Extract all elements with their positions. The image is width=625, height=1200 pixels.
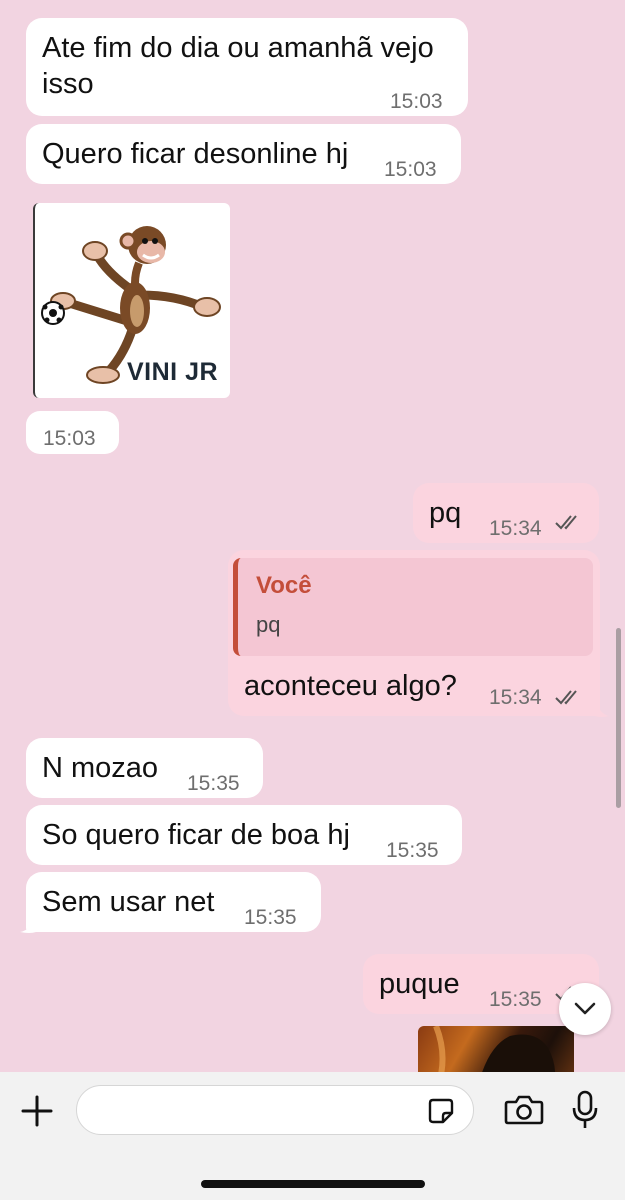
message-text: Sem usar net [42, 886, 215, 918]
message-time: 15:03 [43, 427, 96, 450]
bubble-tail [595, 698, 609, 717]
read-receipt-icon [555, 515, 577, 530]
message-text: N mozao [42, 752, 159, 784]
dark-figure-silhouette [433, 1026, 556, 1072]
message-text-line: isso [42, 68, 94, 100]
incoming-message[interactable]: N mozao 15:35 [26, 738, 263, 798]
message-text: So quero ficar de boa hj [42, 819, 350, 851]
incoming-message[interactable]: So quero ficar de boa hj 15:35 [26, 805, 462, 865]
message-text: puque [379, 968, 460, 1000]
sticker-icon [428, 1098, 454, 1124]
microphone-icon [572, 1090, 598, 1128]
bubble-tail [20, 914, 36, 933]
message-time: 15:34 [489, 517, 542, 540]
quoted-reply[interactable]: Você pq [233, 558, 593, 656]
message-input[interactable] [76, 1085, 474, 1135]
sticker-caption: VINI JR [127, 358, 219, 386]
message-text-line: Ate fim do dia ou amanhã vejo [42, 32, 434, 64]
incoming-message[interactable]: Sem usar net 15:35 [26, 872, 321, 932]
incoming-message[interactable]: Ate fim do dia ou amanhã vejo isso 15:03 [26, 18, 468, 116]
sticker-time-chip: 15:03 [26, 411, 119, 454]
message-time: 15:34 [489, 686, 542, 709]
sticker-image[interactable]: VINI JR [33, 203, 230, 398]
chat-area[interactable]: Ate fim do dia ou amanhã vejo isso 15:03… [0, 0, 625, 1072]
message-text: pq [429, 497, 462, 529]
camera-icon [504, 1095, 544, 1125]
outgoing-message[interactable]: pq 15:34 [413, 483, 599, 543]
sticker-button[interactable] [425, 1096, 457, 1126]
message-time: 15:35 [244, 906, 297, 929]
reply-text: pq [256, 612, 281, 637]
home-indicator[interactable] [201, 1180, 425, 1188]
plus-icon [21, 1095, 53, 1127]
scrollbar-thumb[interactable] [616, 628, 621, 808]
scroll-to-bottom-button[interactable] [559, 983, 611, 1035]
read-receipt-icon [555, 690, 577, 705]
chevron-down-icon [574, 1002, 596, 1015]
message-time: 15:35 [386, 839, 439, 862]
message-text: aconteceu algo? [244, 670, 457, 702]
reply-author: Você [256, 572, 312, 599]
message-time: 15:03 [384, 158, 437, 181]
attach-button[interactable] [18, 1092, 56, 1130]
message-text: Quero ficar desonline hj [42, 138, 349, 170]
message-time: 15:35 [489, 988, 542, 1011]
camera-button[interactable] [502, 1090, 546, 1130]
image-message-preview[interactable] [418, 1026, 574, 1072]
message-time: 15:03 [390, 90, 443, 113]
incoming-message[interactable]: Quero ficar desonline hj 15:03 [26, 124, 461, 184]
voice-message-button[interactable] [568, 1088, 602, 1132]
message-time: 15:35 [187, 772, 240, 795]
